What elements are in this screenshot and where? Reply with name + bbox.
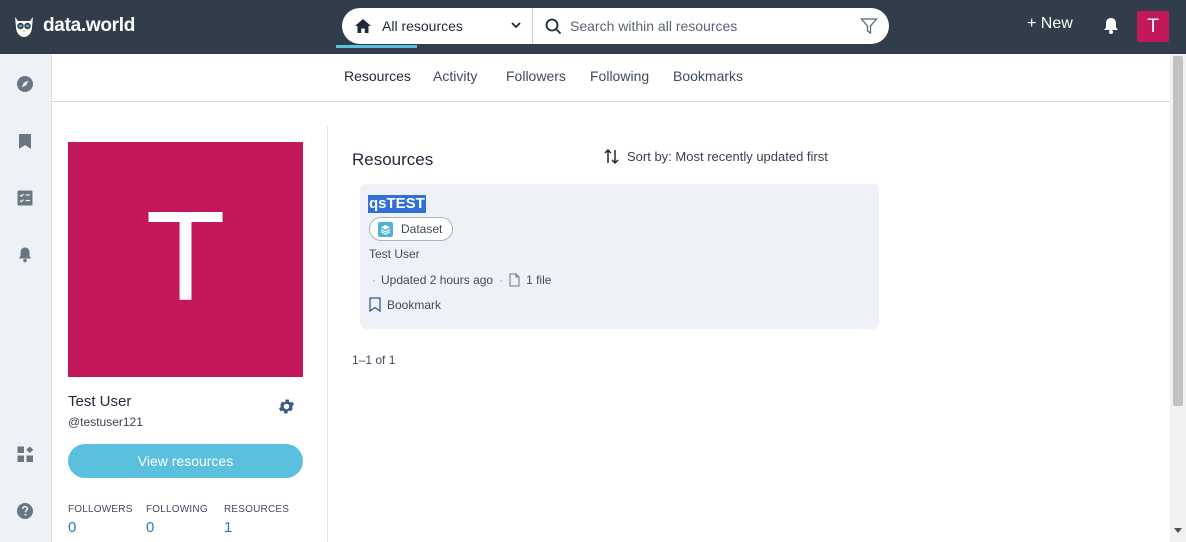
stat-value[interactable]: 0 — [68, 519, 133, 536]
chevron-down-icon — [511, 22, 521, 29]
resource-owner: Test User — [369, 247, 420, 261]
meta-separator: · — [499, 273, 504, 287]
brand-logo[interactable]: data.world — [12, 13, 135, 39]
sidebar-item-tasks[interactable] — [14, 187, 36, 209]
dataset-layers-icon — [378, 221, 393, 237]
filter-icon[interactable] — [860, 17, 878, 35]
resource-type-label: Dataset — [401, 222, 443, 236]
profile-tabs: Resources Activity Followers Following B… — [52, 54, 1170, 102]
tab-activity[interactable]: Activity — [433, 68, 477, 84]
column-divider — [327, 126, 328, 542]
resources-heading: Resources — [352, 150, 434, 169]
stat-value[interactable]: 1 — [224, 519, 289, 536]
resource-type-badge: Dataset — [369, 217, 454, 241]
stat-label: RESOURCES — [224, 504, 290, 515]
profile-name: Test User — [68, 393, 132, 410]
resource-files: 1 file — [526, 273, 552, 287]
owl-logo-icon — [15, 17, 33, 37]
active-tab-indicator — [336, 45, 417, 48]
file-icon — [509, 273, 520, 287]
user-avatar-menu[interactable]: T — [1137, 11, 1169, 42]
sidebar-item-help[interactable] — [14, 500, 36, 522]
tab-followers[interactable]: Followers — [506, 68, 566, 84]
left-sidebar — [0, 54, 52, 542]
bookmark-icon — [19, 133, 31, 149]
checklist-icon — [17, 190, 33, 206]
stat-label: FOLLOWING — [146, 504, 208, 515]
stat-label: FOLLOWERS — [68, 504, 133, 515]
help-icon — [17, 503, 33, 519]
resource-title-link[interactable]: qsTEST — [368, 195, 426, 213]
page-scrollbar[interactable] — [1170, 54, 1186, 542]
bookmark-label: Bookmark — [387, 297, 442, 312]
sidebar-item-explore[interactable] — [14, 73, 36, 95]
stat-resources[interactable]: RESOURCES 1 — [224, 504, 289, 536]
search-icon — [545, 18, 562, 34]
search-input[interactable] — [570, 18, 860, 34]
apps-grid-icon — [17, 446, 33, 462]
bookmark-button[interactable]: Bookmark — [369, 297, 441, 312]
compass-icon — [17, 76, 33, 92]
sidebar-item-notifications[interactable] — [14, 243, 36, 265]
top-navigation-bar: data.world All resources + New T — [0, 0, 1186, 54]
brand-name: data.world — [43, 15, 136, 36]
sort-label: Sort by: Most recently updated first — [627, 149, 828, 164]
stat-followers[interactable]: FOLLOWERS 0 — [68, 504, 133, 536]
search-scope-dropdown[interactable]: All resources — [342, 8, 533, 44]
search-bar: All resources — [342, 8, 889, 44]
scroll-down-arrow-icon[interactable] — [1174, 528, 1182, 534]
bookmark-outline-icon — [369, 297, 381, 312]
profile-avatar-letter: T — [148, 189, 223, 329]
sort-dropdown[interactable]: Sort by: Most recently updated first — [603, 148, 828, 165]
tab-bookmarks[interactable]: Bookmarks — [673, 68, 743, 84]
profile-avatar: T — [68, 142, 303, 377]
new-button[interactable]: + New — [1027, 15, 1073, 33]
home-icon — [355, 19, 371, 33]
tab-following[interactable]: Following — [590, 68, 649, 84]
sidebar-item-apps[interactable] — [14, 443, 36, 465]
scrollbar-thumb[interactable] — [1173, 56, 1183, 406]
pagination-summary: 1–1 of 1 — [352, 353, 396, 367]
search-field — [533, 8, 889, 44]
tab-resources[interactable]: Resources — [344, 68, 411, 84]
sidebar-item-bookmarks[interactable] — [14, 130, 36, 152]
profile-handle: @testuser121 — [68, 415, 143, 429]
notifications-bell-icon[interactable] — [1102, 16, 1120, 35]
search-scope-label: All resources — [382, 18, 463, 34]
view-resources-button[interactable]: View resources — [68, 444, 303, 478]
stat-value[interactable]: 0 — [146, 519, 208, 536]
sort-arrows-icon — [604, 148, 619, 165]
stat-following[interactable]: FOLLOWING 0 — [146, 504, 208, 536]
meta-separator: · — [372, 273, 376, 287]
resource-updated: Updated 2 hours ago — [381, 273, 494, 287]
settings-gear-icon[interactable] — [277, 397, 296, 416]
resource-card[interactable]: qsTEST Dataset Test User · Updated 2 hou… — [360, 184, 879, 329]
bell-icon — [18, 247, 32, 262]
resource-meta: · Updated 2 hours ago · 1 file — [372, 273, 551, 287]
